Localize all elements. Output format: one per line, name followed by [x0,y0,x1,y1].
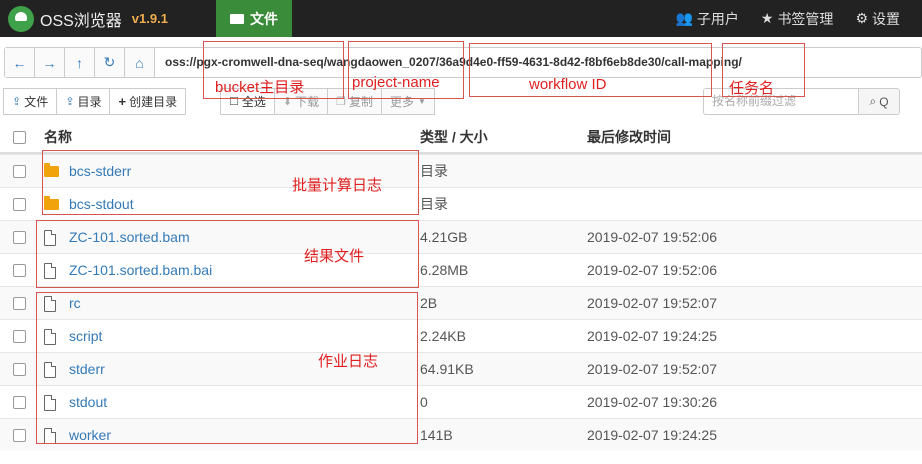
app-title: OSS浏览器 [40,12,122,30]
nav-settings[interactable]: ⚙ 设置 [855,9,900,29]
row-type-size: 64.91KB [420,361,474,377]
plus-icon: + [118,94,127,109]
row-modified-time: 2019-02-07 19:24:25 [587,328,717,344]
nav-tab-files-label: 文件 [250,10,278,27]
row-checkbox[interactable] [13,429,26,442]
brand: OSS浏览器 v1.9.1 [0,0,168,37]
nav-bookmarks-label: 书签管理 [777,10,834,27]
upload-file-label: 文件 [24,95,49,109]
row-checkbox[interactable] [13,198,26,211]
search-button[interactable]: ⌕ Q [858,88,900,115]
search-icon: ⌕ [869,94,877,108]
header-time[interactable]: 最后修改时间 [587,122,671,154]
row-type-size: 6.28MB [420,262,469,278]
app-version: v1.9.1 [131,11,168,26]
create-dir-label: 创建目录 [129,95,178,109]
up-button[interactable]: ↑ [65,48,95,77]
row-type-size: 0 [420,394,428,410]
row-checkbox[interactable] [13,396,26,409]
back-button[interactable]: ← [5,48,35,77]
upload-icon: ⇪ [12,96,22,108]
upload-file-button[interactable]: ⇪ 文件 [3,88,58,115]
upload-dir-label: 目录 [77,95,102,109]
row-modified-time: 2019-02-07 19:52:07 [587,295,717,311]
home-icon: ⌂ [135,54,144,71]
annotation-project: project-name [352,74,440,91]
row-modified-time: 2019-02-07 19:30:26 [587,394,717,410]
forward-button[interactable]: → [35,48,65,77]
home-button[interactable]: ⌂ [125,48,155,77]
header-type[interactable]: 类型 / 大小 [420,122,488,154]
annotation-batch-logs: 批量计算日志 [292,177,383,194]
row-modified-time: 2019-02-07 19:52:06 [587,229,717,245]
upload-icon: ⇪ [65,96,75,108]
star-icon: ★ [760,10,774,26]
upload-dir-button[interactable]: ⇪ 目录 [56,88,111,115]
refresh-icon: ↻ [103,54,116,70]
nav-subusers[interactable]: 👥 子用户 [675,9,738,29]
users-icon: 👥 [675,10,693,26]
search-button-label: Q [879,94,889,109]
annotation-bucket: bucket主目录 [215,79,305,96]
arrow-left-icon: ← [12,54,27,71]
row-checkbox[interactable] [13,297,26,310]
row-modified-time: 2019-02-07 19:24:25 [587,427,717,443]
action-toolbar: ⇪ 文件 ⇪ 目录 + 创建目录 [3,88,187,115]
row-checkbox[interactable] [13,330,26,343]
select-all-checkbox[interactable] [13,131,26,144]
annotation-result-files: 结果文件 [304,248,365,265]
nav-bookmarks[interactable]: ★ 书签管理 [761,9,834,29]
row-type-size: 2B [420,295,438,311]
row-type-size: 141B [420,427,453,443]
arrow-right-icon: → [42,54,57,71]
row-type-size: 目录 [420,163,448,179]
row-modified-time: 2019-02-07 19:52:07 [587,361,717,377]
row-type-size: 2.24KB [420,328,466,344]
annotation-job-logs: 作业日志 [318,353,379,370]
top-navbar: OSS浏览器 v1.9.1 文件 👥 子用户 ★ 书签管理 ⚙ 设置 [0,0,922,37]
nav-subusers-label: 子用户 [696,10,739,27]
folder-icon [230,13,244,24]
row-checkbox[interactable] [13,363,26,376]
oss-logo-icon [8,5,34,32]
row-checkbox[interactable] [13,264,26,277]
row-type-size: 目录 [420,196,448,212]
gear-icon: ⚙ [855,10,868,26]
nav-tab-files[interactable]: 文件 [216,0,292,37]
refresh-button[interactable]: ↻ [95,48,125,77]
nav-settings-label: 设置 [872,10,900,27]
row-type-size: 4.21GB [420,229,468,245]
row-checkbox[interactable] [13,165,26,178]
row-checkbox[interactable] [13,231,26,244]
annotation-task: 任务名 [729,80,775,97]
arrow-up-icon: ↑ [76,54,83,71]
annotation-workflow: workflow ID [529,76,607,93]
row-modified-time: 2019-02-07 19:52:06 [587,262,717,278]
create-dir-button[interactable]: + 创建目录 [109,88,187,115]
